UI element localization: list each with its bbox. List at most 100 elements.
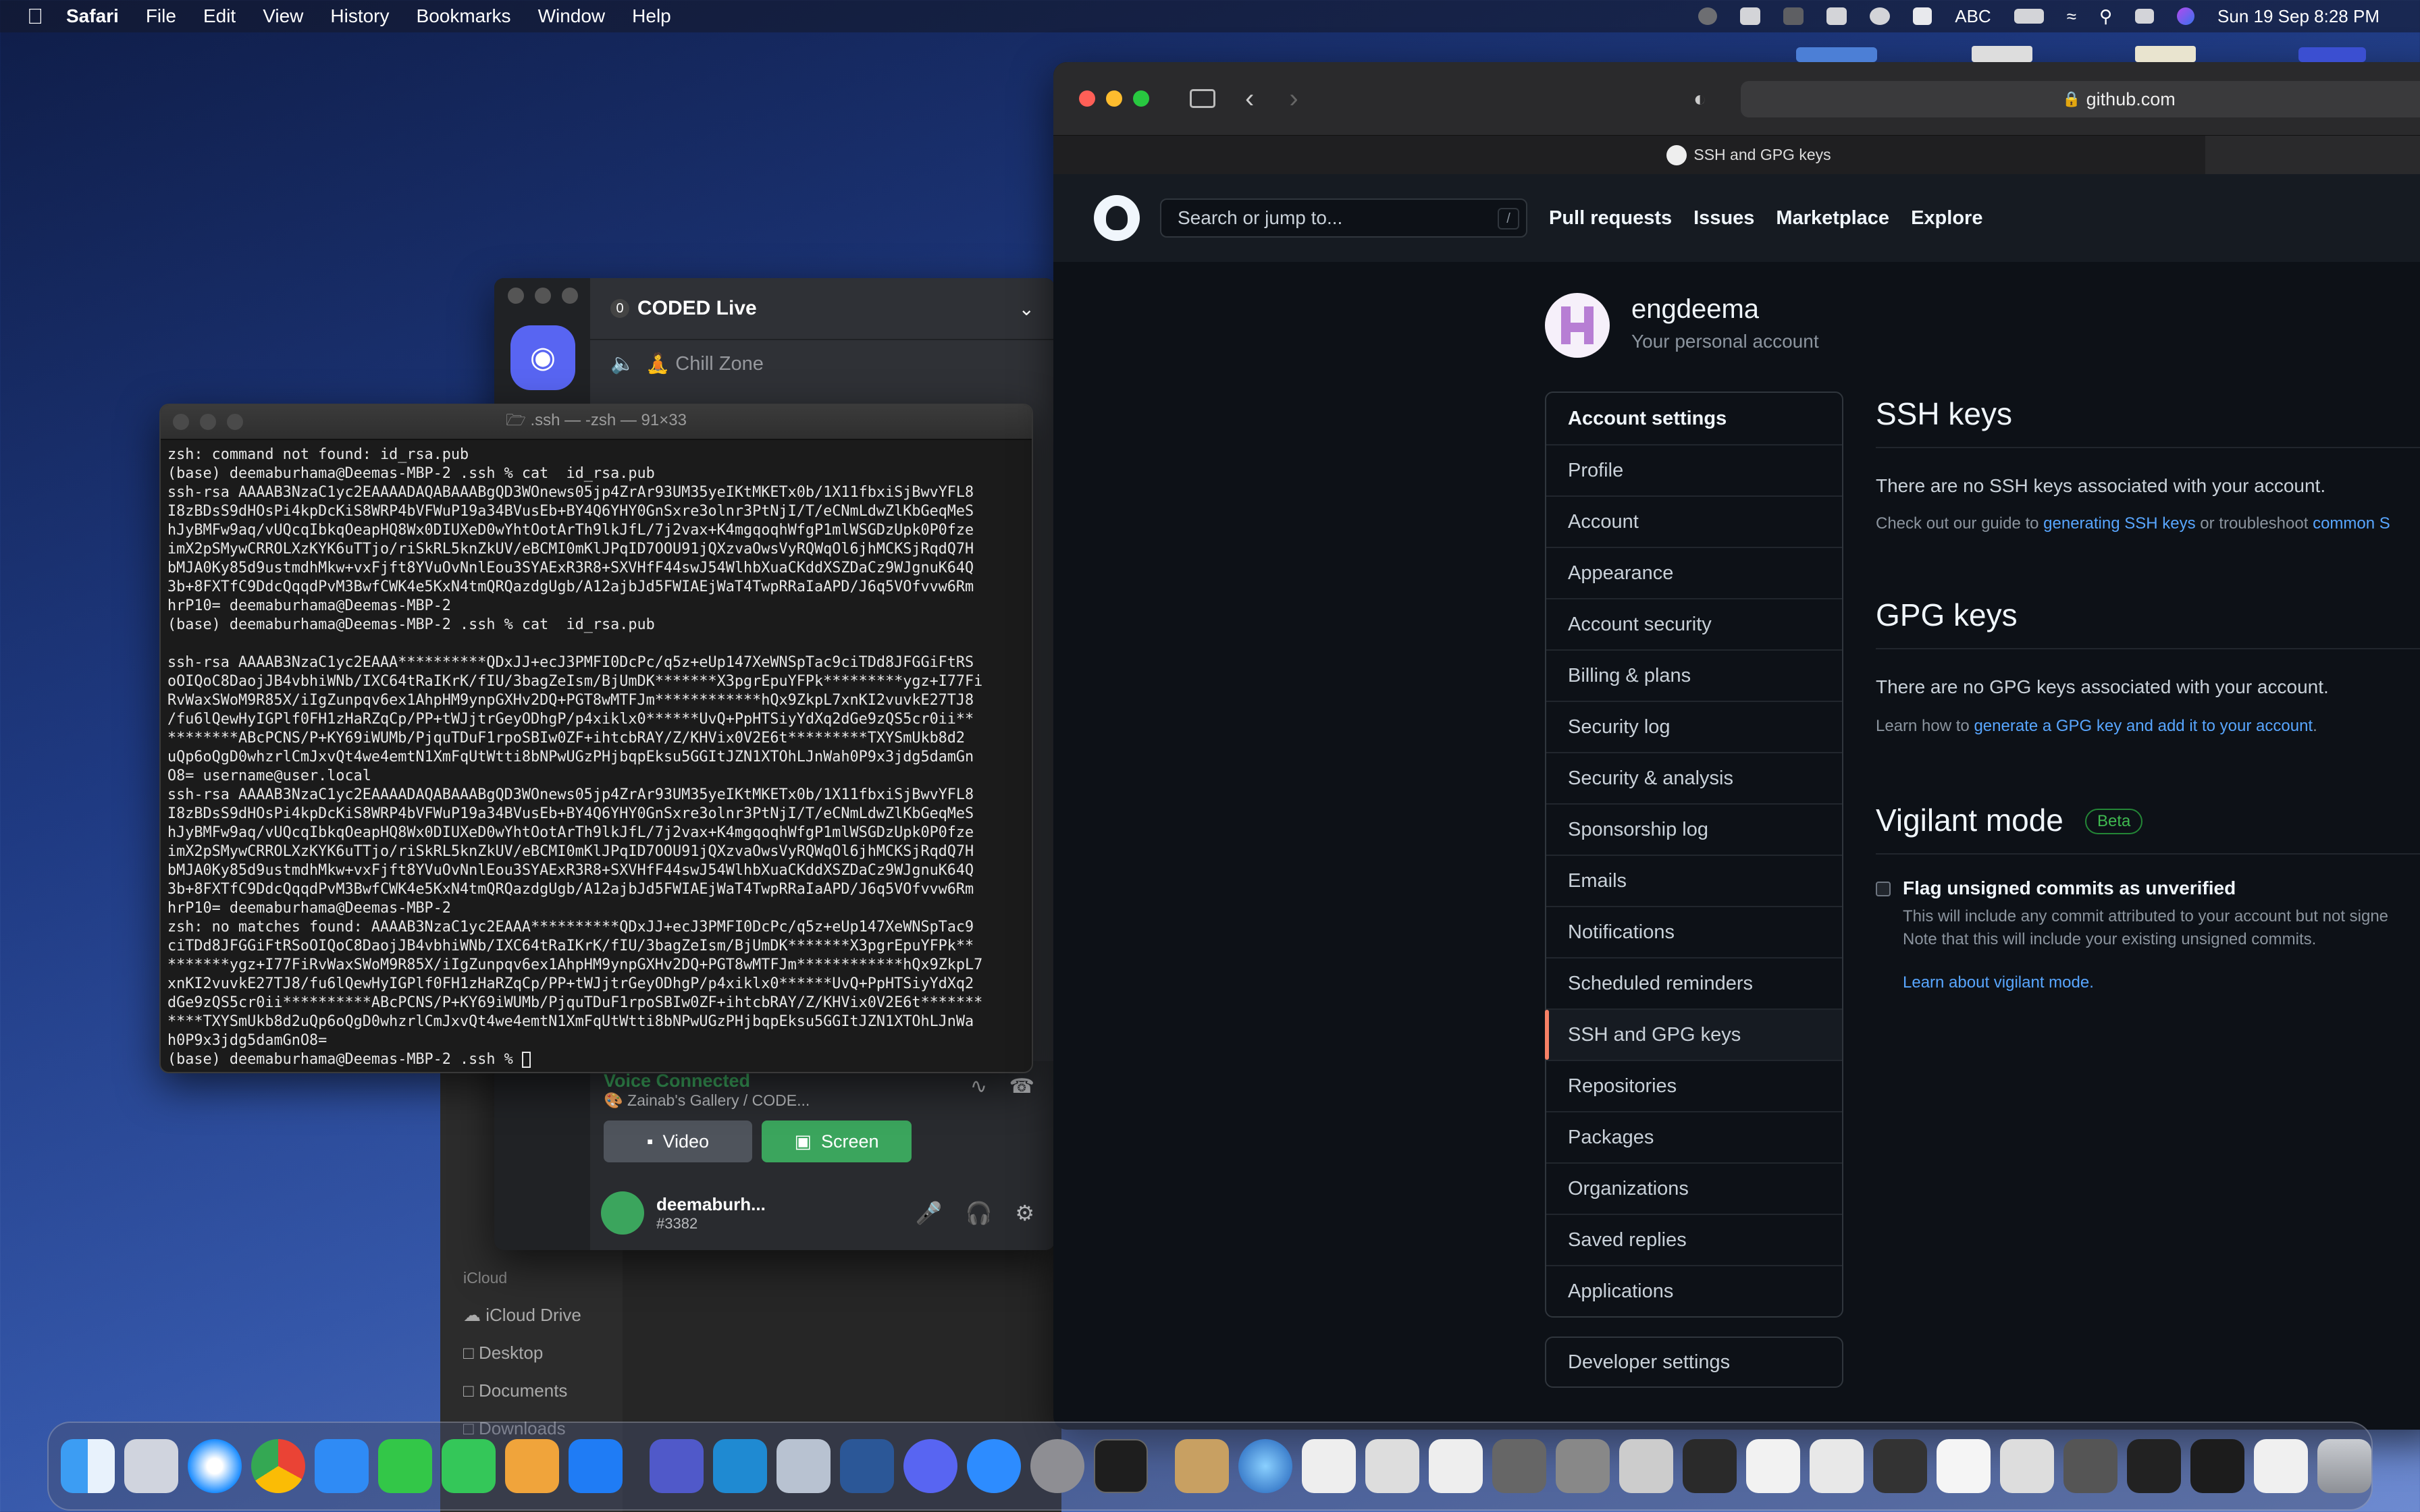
finder-item-desktop[interactable]: □ Desktop — [463, 1334, 581, 1372]
window-thumbnail-icon[interactable] — [1683, 1439, 1737, 1493]
discord-status-icon[interactable] — [1826, 7, 1847, 25]
input-source-label[interactable]: ABC — [1955, 6, 1991, 27]
window-thumbnail-icon[interactable] — [1873, 1439, 1927, 1493]
menu-edit[interactable]: Edit — [203, 5, 236, 27]
play-icon[interactable] — [1870, 7, 1891, 25]
window-thumbnail-icon[interactable] — [1810, 1439, 1864, 1493]
teams-icon[interactable] — [650, 1439, 704, 1493]
mail-icon[interactable] — [315, 1439, 369, 1493]
pages-icon[interactable] — [505, 1439, 559, 1493]
menu-file[interactable]: File — [146, 5, 176, 27]
close-button[interactable] — [508, 288, 524, 304]
messages-icon[interactable] — [442, 1439, 496, 1493]
archive-utility-icon[interactable] — [1175, 1439, 1229, 1493]
sidebar-item-security-log[interactable]: Security log — [1546, 701, 1842, 752]
document-thumbnail-icon[interactable] — [1302, 1439, 1356, 1493]
vscode-icon[interactable] — [713, 1439, 767, 1493]
sidebar-item-scheduled-reminders[interactable]: Scheduled reminders — [1546, 957, 1842, 1008]
globe-icon[interactable] — [1238, 1439, 1292, 1493]
facetime-icon[interactable] — [378, 1439, 432, 1493]
nav-pull-requests[interactable]: Pull requests — [1549, 207, 1672, 230]
forward-icon[interactable]: › — [1289, 84, 1298, 114]
sidebar-item-notifications[interactable]: Notifications — [1546, 906, 1842, 957]
sidebar-item-profile[interactable]: Profile — [1546, 444, 1842, 495]
window-thumbnail-icon[interactable] — [1556, 1439, 1610, 1493]
terminal-title-bar[interactable]: 🗁 .ssh — -zsh — 91×33 — [161, 405, 1032, 440]
microphone-icon[interactable]: 🎤 — [916, 1200, 943, 1226]
trash-icon[interactable] — [2317, 1439, 2371, 1493]
minimize-button[interactable] — [535, 288, 551, 304]
sidebar-item-developer-settings[interactable]: Developer settings — [1545, 1336, 1843, 1388]
word-icon[interactable] — [840, 1439, 894, 1493]
window-thumbnail-icon[interactable] — [2127, 1439, 2181, 1493]
zoom-button[interactable] — [1133, 90, 1149, 107]
vigilant-checkbox[interactable] — [1876, 882, 1891, 896]
chrome-icon[interactable] — [251, 1439, 305, 1493]
input-source-icon[interactable] — [1913, 7, 1932, 25]
terminal-icon[interactable] — [1094, 1439, 1148, 1493]
siri-icon[interactable] — [2177, 7, 2195, 25]
avatar[interactable] — [601, 1191, 644, 1235]
noise-suppression-icon[interactable]: ∿ — [970, 1075, 987, 1098]
nav-explore[interactable]: Explore — [1911, 207, 1982, 230]
window-thumbnail-icon[interactable] — [1492, 1439, 1546, 1493]
generating-ssh-keys-link[interactable]: generating SSH keys — [2043, 514, 2195, 533]
window-thumbnail-icon[interactable] — [2254, 1439, 2308, 1493]
sidebar-item-organizations[interactable]: Organizations — [1546, 1162, 1842, 1214]
menu-window[interactable]: Window — [538, 5, 606, 27]
window-thumbnail-icon[interactable] — [1746, 1439, 1800, 1493]
cloud-icon[interactable] — [1783, 7, 1804, 25]
menu-app-name[interactable]: Safari — [66, 5, 119, 27]
sidebar-item-applications[interactable]: Applications — [1546, 1265, 1842, 1316]
discord-icon[interactable] — [903, 1439, 957, 1493]
tab-ssh-gpg[interactable]: SSH and GPG keys — [1666, 144, 1831, 165]
menu-bookmarks[interactable]: Bookmarks — [417, 5, 511, 27]
launchpad-icon[interactable] — [124, 1439, 178, 1493]
screen-share-button[interactable]: ▣ Screen — [762, 1120, 912, 1162]
sidebar-item-repositories[interactable]: Repositories — [1546, 1060, 1842, 1111]
vigilant-checkbox-label[interactable]: Flag unsigned commits as unverified — [1903, 878, 2236, 899]
discord-server-header[interactable]: 0 CODED Live ⌄ — [590, 278, 1055, 340]
window-thumbnail-icon[interactable] — [2063, 1439, 2118, 1493]
privacy-shield-icon[interactable]: ◐ — [1693, 86, 1706, 111]
window-thumbnail-icon[interactable] — [2190, 1439, 2244, 1493]
sidebar-item-account-security[interactable]: Account security — [1546, 598, 1842, 649]
minimize-button[interactable] — [1106, 90, 1122, 107]
close-button[interactable] — [1079, 90, 1095, 107]
channel-chill-zone[interactable]: 🔈 🧘 Chill Zone — [590, 340, 1055, 387]
sidebar-item-emails[interactable]: Emails — [1546, 855, 1842, 906]
settings-icon[interactable] — [1030, 1439, 1084, 1493]
sidebar-item-sponsorship-log[interactable]: Sponsorship log — [1546, 803, 1842, 855]
sidebar-item-security-analysis[interactable]: Security & analysis — [1546, 752, 1842, 803]
safari-icon[interactable] — [188, 1439, 242, 1493]
zoom-icon[interactable] — [967, 1439, 1021, 1493]
menu-help[interactable]: Help — [632, 5, 671, 27]
finder-item-icloud-drive[interactable]: ☁ iCloud Drive — [463, 1296, 581, 1334]
window-thumbnail-icon[interactable] — [1619, 1439, 1673, 1493]
avatar[interactable] — [1545, 293, 1610, 358]
app-store-icon[interactable] — [569, 1439, 623, 1493]
address-bar[interactable]: 🔒 github.com — [1741, 81, 2420, 117]
headphones-icon[interactable]: 🎧 — [965, 1200, 992, 1226]
desktop-folder-icon[interactable] — [1796, 47, 1877, 62]
search-input[interactable]: Search or jump to... / — [1160, 198, 1527, 238]
video-button[interactable]: ▪ Video — [604, 1120, 752, 1162]
control-center-icon[interactable] — [2135, 9, 2155, 24]
zoom-status-icon[interactable] — [1740, 7, 1761, 25]
desktop-folder-icon[interactable] — [2298, 47, 2366, 62]
window-thumbnail-icon[interactable] — [1937, 1439, 1991, 1493]
gear-icon[interactable]: ⚙ — [1015, 1200, 1034, 1226]
preview-icon[interactable] — [777, 1439, 831, 1493]
sidebar-toggle-icon[interactable] — [1190, 89, 1215, 108]
document-thumbnail-icon[interactable] — [1429, 1439, 1483, 1493]
chevron-down-icon[interactable]: ⌄ — [1019, 298, 1034, 320]
clock[interactable]: Sun 19 Sep 8:28 PM — [2217, 6, 2379, 27]
zoom-button[interactable] — [562, 288, 578, 304]
sidebar-item-account[interactable]: Account — [1546, 495, 1842, 547]
finder-icon[interactable] — [61, 1439, 115, 1493]
desktop-file-icon[interactable] — [1972, 46, 2032, 62]
menu-history[interactable]: History — [330, 5, 389, 27]
new-tab-area[interactable] — [2205, 136, 2420, 174]
menu-view[interactable]: View — [263, 5, 303, 27]
sidebar-item-packages[interactable]: Packages — [1546, 1111, 1842, 1162]
